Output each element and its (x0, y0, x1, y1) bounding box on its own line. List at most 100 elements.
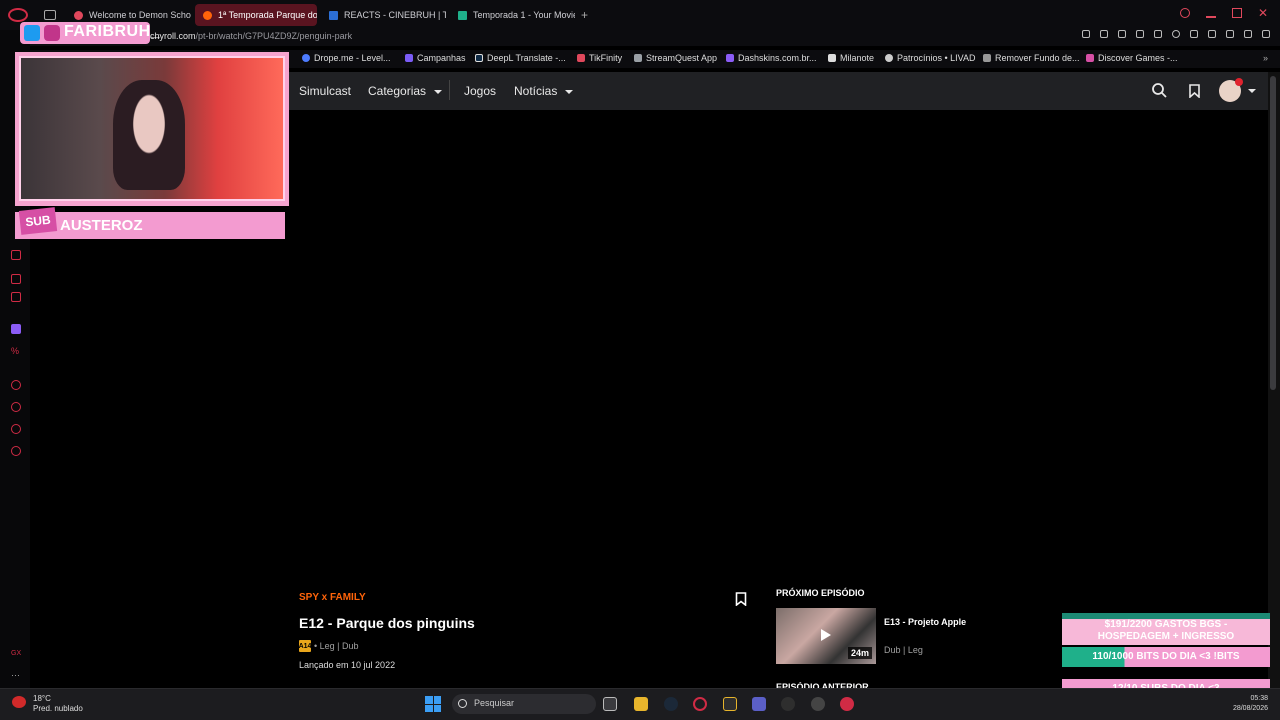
bookmark-item[interactable]: Remover Fundo de... (983, 53, 1080, 63)
bookmark-favicon-icon (302, 54, 310, 62)
bookmark-item[interactable]: StreamQuest App (634, 53, 717, 63)
translate-icon[interactable] (1136, 30, 1144, 38)
tab-label: REACTS - CINEBRUH | Tre (344, 10, 446, 20)
episode-meta: A14 • Leg | Dub (299, 640, 359, 652)
opera-gx-icon[interactable] (693, 697, 707, 711)
series-link[interactable]: SPY x FAMILY (299, 592, 366, 603)
obs-icon[interactable] (811, 697, 825, 711)
notification-dot (1235, 78, 1243, 86)
bookmark-item[interactable]: Discover Games -... (1086, 53, 1178, 63)
social-handle: FARIBRUH_ (64, 23, 161, 40)
nav-noticias-label: Notícias (514, 84, 558, 98)
clock-date: 28/08/2026 (1232, 705, 1268, 712)
weather-temp: 18°C (33, 694, 51, 703)
pin-icon[interactable] (1082, 30, 1090, 38)
tab-favicon-icon (74, 10, 83, 20)
tab-crunchyroll[interactable]: 1ª Temporada Parque dos (195, 4, 317, 26)
heart-icon[interactable] (1172, 30, 1180, 38)
next-episode-title[interactable]: E13 - Projeto Apple (884, 617, 966, 627)
bookmark-item[interactable]: Campanhas (405, 53, 466, 63)
nav-noticias[interactable]: Notícias (514, 84, 574, 98)
bookmark-favicon-icon (983, 54, 991, 62)
sidebar-more-icon[interactable]: ··· (11, 670, 21, 680)
bookmark-item[interactable]: Drope.me - Level... (302, 53, 391, 63)
add-to-watchlist-icon[interactable] (735, 592, 747, 606)
sidebar-gx-icon[interactable]: GX (11, 650, 21, 660)
nav-simulcast[interactable]: Simulcast (299, 84, 351, 98)
sidebar-extensions-icon[interactable] (11, 424, 21, 434)
extension-icons (1082, 30, 1270, 38)
age-rating-badge: A14 (299, 640, 311, 652)
bookmark-favicon-icon (1086, 54, 1094, 62)
sidebar-percent-icon[interactable]: % (11, 346, 21, 356)
play-icon (821, 629, 831, 641)
sidebar-history-icon[interactable] (11, 402, 21, 412)
system-clock[interactable]: 05:38 28/08/2026 (1218, 694, 1268, 714)
video-player[interactable] (285, 110, 1268, 580)
bookmark-item[interactable]: TikFinity (577, 53, 622, 63)
bookmark-label: DeepL Translate -... (487, 53, 566, 63)
extensions-icon[interactable] (1190, 30, 1198, 38)
weather-widget[interactable]: 18°C Pred. nublado (33, 694, 83, 714)
bookmarks-overflow-icon[interactable]: » (1263, 53, 1268, 63)
episode-languages: • Leg | Dub (314, 641, 359, 651)
sidebar-messenger-icon[interactable] (11, 292, 21, 302)
tab-your-movie[interactable]: Temporada 1 - Your Movie (450, 4, 575, 26)
download-icon[interactable] (1226, 30, 1234, 38)
task-view-icon[interactable] (603, 697, 617, 711)
sidebar-settings-icon[interactable] (11, 446, 21, 456)
search-icon[interactable] (1152, 83, 1167, 98)
workspaces-icon[interactable] (44, 10, 56, 20)
file-explorer-icon[interactable] (634, 697, 648, 711)
search-icon (458, 699, 467, 708)
sidebar-player-icon[interactable] (11, 380, 21, 390)
sidebar-store-icon[interactable] (11, 250, 21, 260)
bookmark-item[interactable]: Milanote (828, 53, 874, 63)
minimize-icon[interactable] (1206, 16, 1216, 18)
ai-icon[interactable] (1244, 30, 1252, 38)
shield-icon[interactable] (1118, 30, 1126, 38)
bookmark-label: Campanhas (417, 53, 466, 63)
tab-label: Temporada 1 - Your Movie (473, 10, 575, 20)
menu-icon[interactable] (1262, 30, 1270, 38)
scrollbar-thumb[interactable] (1270, 76, 1276, 390)
app-icon[interactable] (840, 697, 854, 711)
nav-categorias-label: Categorias (368, 84, 427, 98)
play-icon[interactable] (1154, 30, 1162, 38)
bookmark-item[interactable]: DeepL Translate -... (475, 53, 566, 63)
bookmark-item[interactable]: Patrocínios • LIVAD (885, 53, 976, 63)
weather-icon[interactable] (12, 696, 26, 708)
tab-reacts-cinebruh[interactable]: REACTS - CINEBRUH | Tre (321, 4, 446, 26)
release-date: Lançado em 10 jul 2022 (299, 660, 396, 670)
profile-icon[interactable] (1208, 30, 1216, 38)
latest-sub-name: AUSTEROZ (60, 217, 143, 234)
maximize-icon[interactable] (1232, 8, 1242, 18)
notes-app-icon[interactable] (723, 697, 737, 711)
close-icon[interactable]: ✕ (1258, 7, 1268, 19)
discord-icon[interactable] (781, 697, 795, 711)
nav-categorias[interactable]: Categorias (368, 84, 443, 98)
sidebar-twitch-icon[interactable] (11, 324, 21, 334)
url-field[interactable]: chyroll.com/pt-br/watch/G7PU4ZD9Z/pengui… (150, 31, 352, 41)
bookmark-favicon-icon (475, 54, 483, 62)
sidebar-shop-icon[interactable] (11, 274, 21, 284)
bookmark-item[interactable]: Dashskins.com.br... (726, 53, 817, 63)
opera-logo-icon[interactable] (8, 8, 28, 22)
screen: Welcome to Demon School 1ª Temporada Par… (0, 0, 1280, 720)
bookmark-label: Drope.me - Level... (314, 53, 391, 63)
url-path: /pt-br/watch/G7PU4ZD9Z/penguin-park (195, 31, 353, 41)
windows-start-icon[interactable] (425, 696, 441, 712)
steam-icon[interactable] (664, 697, 678, 711)
bookmark-label: Remover Fundo de... (995, 53, 1080, 63)
screenshot-icon[interactable] (1100, 30, 1108, 38)
clock-time: 05:38 (1250, 695, 1268, 702)
window-controls: ✕ (1180, 7, 1268, 19)
bookmark-favicon-icon (885, 54, 893, 62)
chevron-down-icon[interactable] (1248, 89, 1256, 93)
watchlist-bookmark-icon[interactable] (1189, 84, 1200, 98)
new-tab-plus-icon[interactable]: + (581, 8, 588, 22)
search-tabs-icon[interactable] (1180, 8, 1190, 18)
chevron-down-icon (565, 89, 574, 94)
teams-icon[interactable] (752, 697, 766, 711)
nav-jogos[interactable]: Jogos (464, 84, 496, 98)
